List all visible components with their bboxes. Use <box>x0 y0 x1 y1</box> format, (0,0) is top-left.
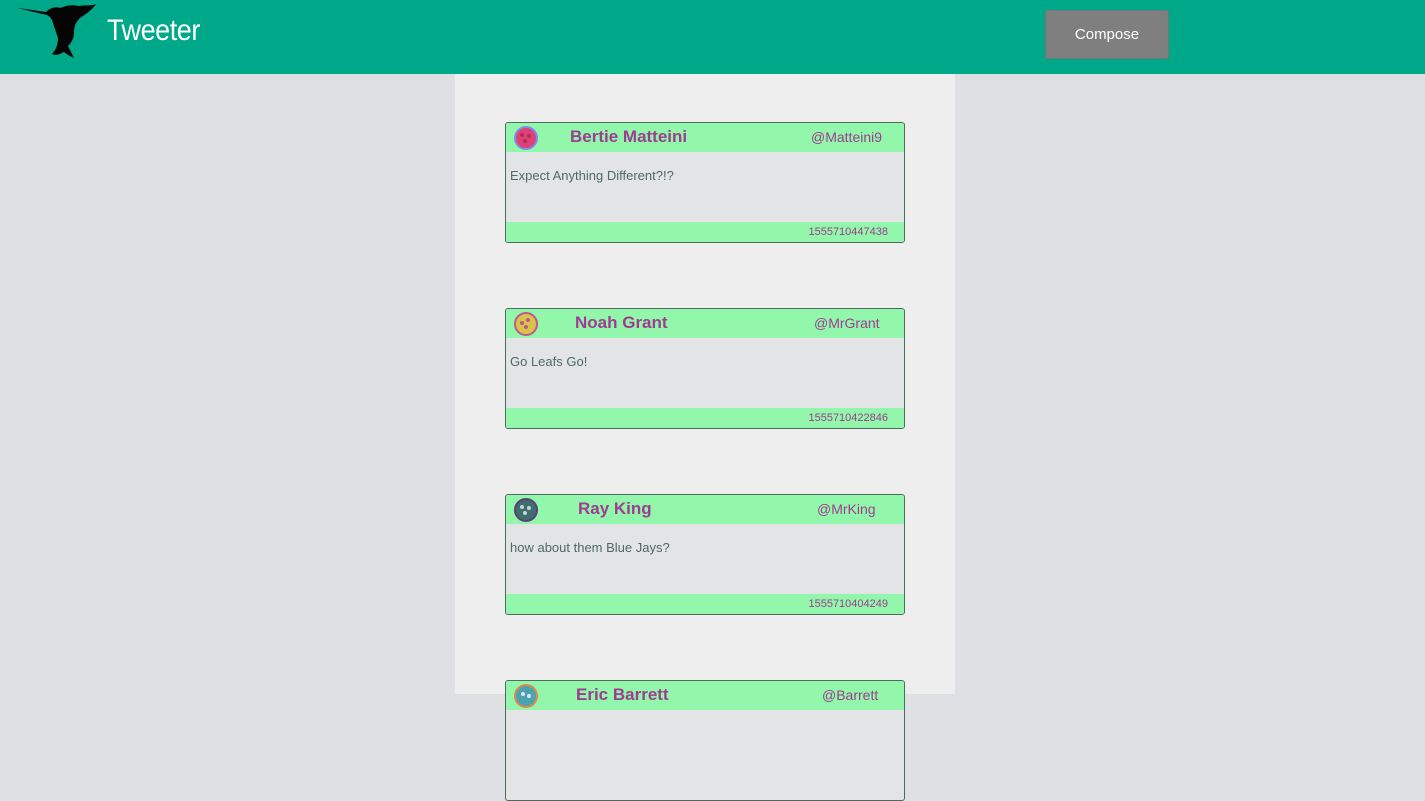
tweet-text: Go Leafs Go! <box>510 354 588 369</box>
tweet-card: Ray King @MrKing how about them Blue Jay… <box>505 494 905 615</box>
tweet-header: Eric Barrett @Barrett <box>506 681 904 710</box>
avatar-icon <box>514 498 538 522</box>
tweet-footer: 1555710404249 <box>506 594 904 614</box>
tweet-timestamp: 1555710447438 <box>808 226 888 238</box>
author-name: Eric Barrett <box>576 685 669 704</box>
author-handle: @MrGrant <box>814 315 880 331</box>
tweet-header: Ray King @MrKing <box>506 495 904 524</box>
avatar-icon <box>514 312 538 336</box>
tweet-footer: 1555710447438 <box>506 222 904 242</box>
tweet-text: Expect Anything Different?!? <box>510 168 674 183</box>
author-name: Bertie Matteini <box>570 127 688 146</box>
author-handle: @Barrett <box>822 687 879 703</box>
top-navbar: Tweeter Compose <box>0 0 1425 74</box>
tweet-timestamp: 1555710404249 <box>808 598 888 610</box>
hummingbird-icon <box>18 4 96 58</box>
author-handle: @MrKing <box>817 501 876 517</box>
tweet-feed: Bertie Matteini @Matteini9 Expect Anythi… <box>455 74 955 801</box>
author-name: Ray King <box>578 499 652 518</box>
tweet-text: how about them Blue Jays? <box>510 540 670 555</box>
tweet-card: Noah Grant @MrGrant Go Leafs Go! 1555710… <box>505 308 905 429</box>
author-handle: @Matteini9 <box>811 129 883 145</box>
tweet-card: Bertie Matteini @Matteini9 Expect Anythi… <box>505 122 905 243</box>
tweet-card: Eric Barrett @Barrett <box>505 680 905 801</box>
brand-title[interactable]: Tweeter <box>107 14 200 48</box>
author-name: Noah Grant <box>575 313 668 332</box>
avatar-icon <box>514 684 538 708</box>
avatar-icon <box>514 126 538 150</box>
compose-button[interactable]: Compose <box>1045 10 1169 59</box>
tweet-footer: 1555710422846 <box>506 408 904 428</box>
tweet-header: Noah Grant @MrGrant <box>506 309 904 338</box>
tweet-header: Bertie Matteini @Matteini9 <box>506 123 904 152</box>
tweet-timestamp: 1555710422846 <box>808 412 888 424</box>
